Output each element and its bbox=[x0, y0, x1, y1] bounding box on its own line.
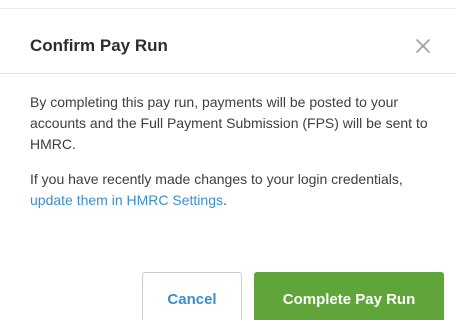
credentials-note: If you have recently made changes to you… bbox=[30, 169, 440, 211]
dialog-header: Confirm Pay Run bbox=[30, 33, 436, 59]
dialog-title: Confirm Pay Run bbox=[30, 36, 168, 55]
credentials-note-end: . bbox=[222, 192, 227, 208]
hmrc-settings-link[interactable]: update them in HMRC Settings bbox=[30, 192, 223, 208]
credentials-note-text: If you have recently made changes to you… bbox=[30, 171, 403, 187]
cancel-button[interactable]: Cancel bbox=[142, 272, 242, 320]
close-button[interactable] bbox=[410, 33, 436, 59]
confirm-pay-run-dialog: Confirm Pay Run By completing this pay r… bbox=[0, 0, 456, 320]
close-icon bbox=[416, 39, 430, 53]
complete-pay-run-button[interactable]: Complete Pay Run bbox=[254, 272, 444, 320]
dialog-footer: Cancel Complete Pay Run bbox=[142, 272, 444, 320]
dialog-body: By completing this pay run, payments wil… bbox=[30, 92, 440, 225]
dialog-message: By completing this pay run, payments wil… bbox=[30, 94, 428, 152]
header-divider bbox=[0, 73, 456, 74]
top-divider bbox=[0, 8, 456, 9]
